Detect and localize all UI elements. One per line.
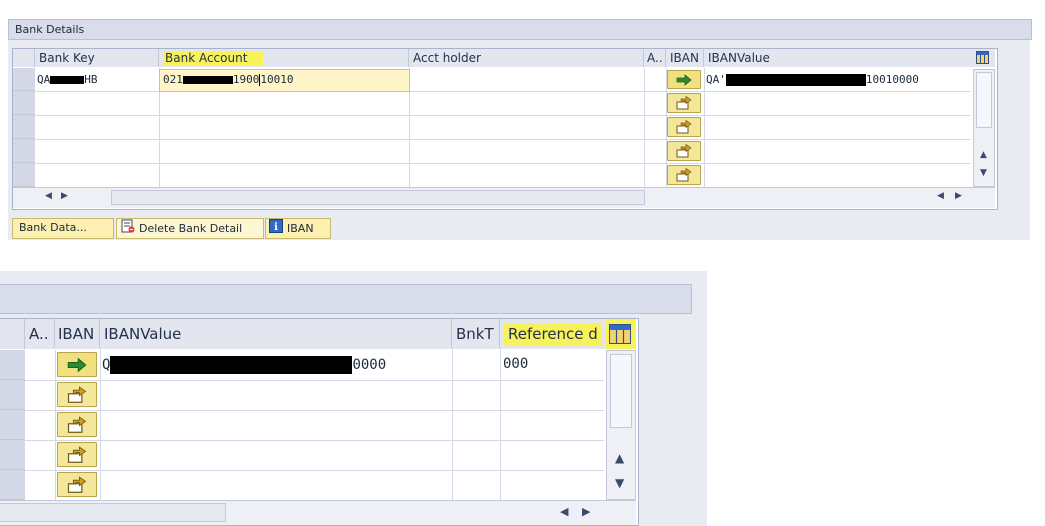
column-divider bbox=[55, 350, 56, 500]
col-header-a[interactable]: A.. bbox=[25, 319, 55, 349]
row-selector[interactable] bbox=[0, 350, 25, 380]
col-header-acct-holder[interactable]: Acct holder bbox=[409, 49, 644, 67]
panel-title-bar: Bank Details bbox=[8, 19, 1032, 40]
col-header-bnkt[interactable]: BnkT bbox=[452, 319, 500, 349]
info-icon: i bbox=[269, 219, 283, 239]
column-divider bbox=[452, 350, 453, 500]
row-selector[interactable] bbox=[13, 91, 35, 115]
row-divider bbox=[25, 470, 604, 471]
zoomed-grid: A.. IBAN IBANValue BnkT Reference d Q 000… bbox=[0, 318, 639, 526]
bank-key-cell[interactable]: QA HB bbox=[37, 73, 157, 87]
scroll-left-icon[interactable]: ◀ bbox=[45, 191, 52, 201]
horizontal-scrollbar-thumb[interactable] bbox=[111, 190, 645, 205]
col-header-iban[interactable]: IBAN bbox=[55, 319, 100, 349]
row-divider bbox=[25, 440, 604, 441]
horizontal-scrollbar-thumb[interactable] bbox=[0, 503, 226, 522]
iban-button[interactable] bbox=[57, 442, 97, 467]
iban-tab-button[interactable]: i IBAN bbox=[265, 218, 331, 239]
column-divider bbox=[704, 68, 705, 187]
delete-bank-detail-button[interactable]: Delete Bank Detail bbox=[116, 218, 264, 239]
row-selector[interactable] bbox=[0, 440, 25, 470]
iban-button[interactable] bbox=[57, 352, 97, 377]
scroll-up-icon[interactable]: ▲ bbox=[980, 150, 987, 160]
column-divider bbox=[500, 350, 501, 500]
row-selector[interactable] bbox=[13, 163, 35, 187]
col-header-iban-value[interactable]: IBANValue bbox=[100, 319, 452, 349]
col-header-reference[interactable]: Reference d bbox=[500, 319, 606, 349]
col-header-iban-value[interactable]: IBANValue bbox=[704, 49, 970, 67]
row-divider bbox=[35, 115, 970, 116]
bank-data-tab[interactable]: Bank Data... bbox=[12, 218, 114, 239]
svg-text:i: i bbox=[274, 222, 278, 233]
row-selector[interactable] bbox=[13, 139, 35, 163]
row-selector-header bbox=[0, 319, 25, 349]
col-header-a[interactable]: A.. bbox=[644, 49, 666, 67]
iban-button[interactable] bbox=[57, 472, 97, 497]
row-selector[interactable] bbox=[0, 470, 25, 500]
vertical-scrollbar[interactable]: ▲ ▼ bbox=[606, 350, 636, 500]
redacted-text bbox=[725, 74, 866, 86]
iban-value-cell[interactable]: Q 0000 bbox=[102, 356, 450, 374]
scrollbar-thumb[interactable] bbox=[976, 72, 992, 128]
row-divider bbox=[25, 380, 604, 381]
iban-button[interactable] bbox=[667, 117, 701, 137]
scroll-right-icon[interactable]: ▶ bbox=[61, 191, 68, 201]
column-divider bbox=[100, 350, 101, 500]
scroll-up-icon[interactable]: ▲ bbox=[615, 451, 624, 465]
row-divider bbox=[35, 139, 970, 140]
column-settings-icon[interactable] bbox=[609, 324, 631, 344]
scroll-right-icon[interactable]: ▶ bbox=[582, 505, 590, 518]
row-selector[interactable] bbox=[13, 68, 35, 91]
row-selector[interactable] bbox=[0, 380, 25, 410]
redacted-text bbox=[182, 76, 233, 84]
scroll-right-icon[interactable]: ▶ bbox=[955, 191, 962, 201]
scroll-down-icon[interactable]: ▼ bbox=[980, 168, 987, 178]
iban-button[interactable] bbox=[667, 93, 701, 113]
delete-row-icon bbox=[121, 219, 135, 239]
zoomed-panel-title-bar bbox=[0, 284, 692, 314]
redacted-text bbox=[110, 356, 353, 374]
panel-title: Bank Details bbox=[15, 23, 85, 36]
column-settings-icon[interactable] bbox=[976, 51, 989, 64]
col-header-iban[interactable]: IBAN bbox=[666, 49, 704, 67]
column-divider bbox=[644, 68, 645, 187]
row-selector-header bbox=[13, 49, 35, 67]
col-header-bank-account[interactable]: Bank Account bbox=[159, 49, 409, 67]
bank-account-input[interactable]: 021 190010010 bbox=[159, 69, 410, 92]
iban-button[interactable] bbox=[667, 70, 701, 89]
iban-button[interactable] bbox=[57, 412, 97, 437]
scroll-down-icon[interactable]: ▼ bbox=[615, 476, 624, 490]
scrollbar-thumb[interactable] bbox=[610, 354, 632, 428]
iban-button[interactable] bbox=[667, 141, 701, 161]
reference-cell[interactable]: 000 bbox=[503, 356, 603, 374]
bank-details-grid: Bank Key Bank Account Acct holder A.. IB… bbox=[12, 48, 998, 210]
row-selector[interactable] bbox=[13, 115, 35, 139]
iban-button[interactable] bbox=[667, 165, 701, 185]
iban-value-cell[interactable]: QA' 10010000 bbox=[706, 73, 970, 87]
iban-button[interactable] bbox=[57, 382, 97, 407]
row-selector[interactable] bbox=[0, 410, 25, 440]
row-divider bbox=[35, 163, 970, 164]
vertical-scrollbar[interactable]: ▲ ▼ bbox=[973, 69, 995, 187]
row-divider bbox=[25, 410, 604, 411]
redacted-text bbox=[50, 76, 85, 84]
scroll-left-icon[interactable]: ◀ bbox=[560, 505, 568, 518]
scroll-left-icon[interactable]: ◀ bbox=[937, 191, 944, 201]
col-header-bank-key[interactable]: Bank Key bbox=[35, 49, 159, 67]
